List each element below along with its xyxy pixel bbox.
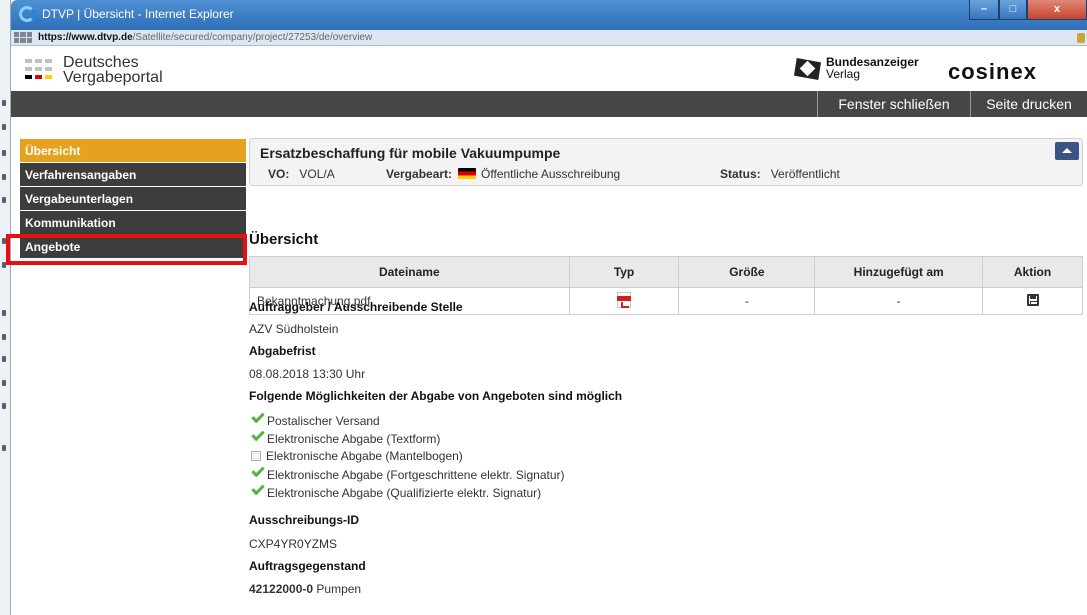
url-text[interactable]: https://www.dtvp.de/Satellite/secured/co… — [38, 32, 372, 43]
check-icon — [251, 481, 265, 496]
deadline-value: 08.08.2018 13:30 Uhr — [249, 367, 366, 381]
sidebar-item-uebersicht[interactable]: Übersicht — [20, 139, 246, 163]
file-size: - — [678, 287, 816, 315]
col-action: Aktion — [982, 256, 1083, 288]
tender-id-label: Ausschreibungs-ID — [249, 513, 360, 527]
browser-window: DTVP | Übersicht - Internet Explorer – □… — [0, 0, 1087, 615]
print-page-button[interactable]: Seite drucken — [970, 91, 1087, 117]
unchecked-box-icon — [251, 451, 261, 461]
client-value: AZV Südholstein — [249, 322, 339, 336]
procurement-rules: VO: VOL/A — [268, 167, 335, 181]
subject-value: 42122000-0 Pumpen — [249, 582, 362, 596]
list-item: Elektronische Abgabe (Fortgeschrittene e… — [249, 463, 565, 483]
col-filename[interactable]: Dateiname — [249, 256, 570, 288]
check-icon — [251, 427, 265, 442]
window-titlebar: DTVP | Übersicht - Internet Explorer – □… — [11, 0, 1087, 30]
lock-icon[interactable] — [1077, 33, 1085, 43]
bundesanzeiger-logo-text: Bundesanzeiger Verlag — [826, 55, 919, 81]
background-window-strip — [0, 0, 11, 615]
col-size[interactable]: Größe — [678, 256, 816, 288]
germany-flag-icon — [458, 168, 477, 179]
site-favicon-icon — [14, 32, 32, 43]
col-added[interactable]: Hinzugefügt am — [814, 256, 984, 288]
sidebar-item-kommunikation[interactable]: Kommunikation — [20, 211, 246, 235]
subject-label: Auftragsgegenstand — [249, 559, 366, 573]
site-header: Deutsches Vergabeportal Bundesanzeiger Ve… — [11, 47, 1087, 91]
file-added-date: - — [814, 287, 984, 315]
address-bar[interactable]: https://www.dtvp.de/Satellite/secured/co… — [11, 30, 1087, 46]
tender-id-value: CXP4YR0YZMS — [249, 537, 338, 551]
check-icon — [251, 463, 265, 478]
list-item: Elektronische Abgabe (Mantelbogen) — [249, 449, 463, 465]
list-item: Postalischer Versand — [249, 409, 380, 429]
deadline-label: Abgabefrist — [249, 344, 316, 358]
project-title: Ersatzbeschaffung für mobile Vakuumpumpe — [260, 145, 561, 161]
collapse-button[interactable] — [1055, 142, 1079, 160]
main-content: Ersatzbeschaffung für mobile Vakuumpumpe… — [249, 138, 1083, 596]
list-item: Elektronische Abgabe (Qualifizierte elek… — [249, 481, 541, 501]
cosinex-logo: cosinex — [948, 59, 1037, 84]
save-icon[interactable] — [1026, 293, 1039, 306]
pdf-icon — [617, 291, 632, 308]
sidebar-item-angebote[interactable]: Angebote — [20, 235, 246, 259]
close-window-button[interactable]: Fenster schließen — [817, 91, 970, 117]
procurement-status: Status: Veröffentlicht — [720, 167, 840, 181]
procurement-type: Vergabeart: Öffentliche Ausschreibung — [386, 167, 621, 181]
sidebar: Übersicht Verfahrensangaben Vergabeunter… — [20, 139, 246, 259]
sidebar-item-verfahrensangaben[interactable]: Verfahrensangaben — [20, 163, 246, 187]
maximize-button[interactable]: □ — [999, 0, 1027, 20]
site-logo-text[interactable]: Deutsches Vergabeportal — [63, 55, 163, 86]
check-icon — [251, 409, 265, 424]
submission-options-label: Folgende Möglichkeiten der Abgabe von An… — [249, 389, 623, 403]
close-button[interactable]: x — [1027, 0, 1087, 20]
sidebar-item-vergabeunterlagen[interactable]: Vergabeunterlagen — [20, 187, 246, 211]
list-item: Elektronische Abgabe (Textform) — [249, 427, 440, 447]
top-navbar: Fenster schließen Seite drucken — [11, 91, 1087, 117]
minimize-button[interactable]: – — [969, 0, 999, 20]
col-type[interactable]: Typ — [568, 256, 680, 288]
client-label: Auftraggeber / Ausschreibende Stelle — [249, 300, 463, 314]
project-info-box: Ersatzbeschaffung für mobile Vakuumpumpe… — [249, 138, 1083, 186]
dtvp-logo-icon[interactable] — [25, 59, 52, 80]
internet-explorer-icon — [19, 6, 35, 22]
window-title: DTVP | Übersicht - Internet Explorer — [42, 7, 234, 21]
overview-heading: Übersicht — [249, 231, 319, 248]
